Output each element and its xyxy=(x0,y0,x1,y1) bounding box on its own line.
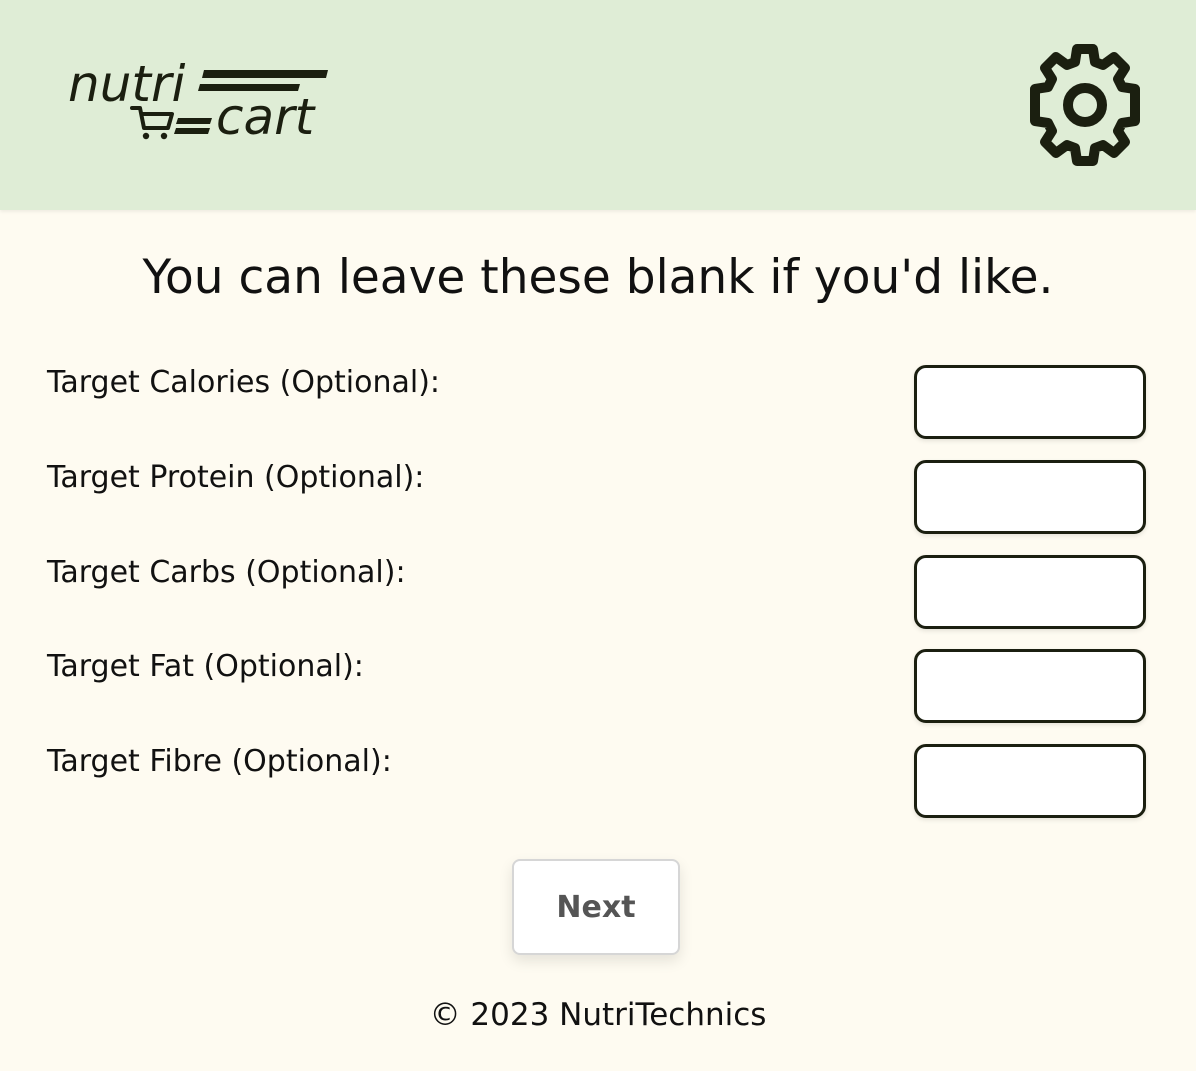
carbs-row: Target Carbs (Optional): xyxy=(0,555,1196,631)
calories-row: Target Calories (Optional): xyxy=(0,365,1196,441)
carbs-input[interactable] xyxy=(914,555,1146,629)
protein-input[interactable] xyxy=(914,460,1146,534)
calories-label: Target Calories (Optional): xyxy=(47,365,441,400)
copyright-footer: © 2023 NutriTechnics xyxy=(429,997,767,1033)
fat-input[interactable] xyxy=(914,649,1146,723)
fibre-row: Target Fibre (Optional): xyxy=(0,744,1196,820)
fibre-label: Target Fibre (Optional): xyxy=(47,744,392,779)
nutricart-logo-graphic: nutri cart xyxy=(68,55,328,144)
fibre-input[interactable] xyxy=(914,744,1146,818)
logo-word-bottom: cart xyxy=(216,88,317,144)
logo-word-top: nutri xyxy=(68,55,186,113)
nutricart-logo[interactable]: nutri cart xyxy=(66,52,336,144)
app-header: nutri cart xyxy=(0,0,1196,210)
gear-icon xyxy=(1030,44,1140,166)
protein-row: Target Protein (Optional): xyxy=(0,460,1196,536)
next-button[interactable]: Next xyxy=(512,859,680,955)
fat-row: Target Fat (Optional): xyxy=(0,649,1196,725)
carbs-label: Target Carbs (Optional): xyxy=(47,555,406,590)
page-subtitle: You can leave these blank if you'd like. xyxy=(142,250,1054,305)
calories-input[interactable] xyxy=(914,365,1146,439)
fat-label: Target Fat (Optional): xyxy=(47,649,364,684)
protein-label: Target Protein (Optional): xyxy=(47,460,425,495)
settings-button[interactable] xyxy=(1022,42,1148,168)
